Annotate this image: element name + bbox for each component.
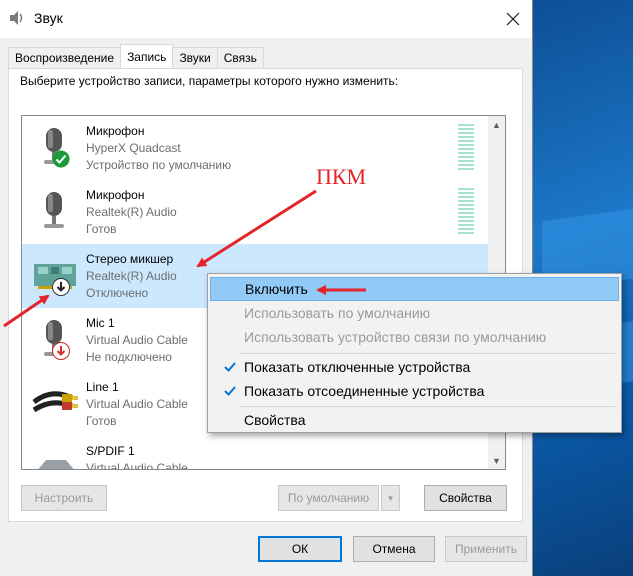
device-name: Микрофон [86, 124, 145, 138]
device-name: Line 1 [86, 380, 119, 394]
configure-button[interactable]: Настроить [21, 485, 107, 511]
level-meter [458, 188, 474, 236]
menu-item-set-default-communication[interactable]: Использовать устройство связи по умолчан… [210, 326, 619, 350]
rca-cable-icon [32, 391, 78, 413]
menu-item-label: Включить [245, 281, 308, 297]
disabled-arrow-icon [52, 278, 70, 296]
menu-item-set-default[interactable]: Использовать по умолчанию [210, 302, 619, 326]
close-icon [506, 12, 520, 26]
device-status: Готов [86, 222, 117, 236]
spdif-icon [38, 460, 74, 469]
checkmark-icon [224, 362, 236, 372]
chevron-down-icon: ▼ [492, 455, 501, 466]
chevron-up-icon: ▲ [492, 119, 501, 130]
device-driver: Virtual Audio Cable [86, 461, 188, 470]
menu-item-properties[interactable]: Свойства [210, 409, 619, 433]
tab-sounds[interactable]: Звуки [172, 47, 218, 68]
menu-item-label: Использовать устройство связи по умолчан… [244, 329, 547, 345]
context-menu: Включить Использовать по умолчанию Испол… [207, 273, 622, 433]
device-name: Микрофон [86, 188, 145, 202]
device-name: S/PDIF 1 [86, 444, 135, 458]
apply-button[interactable]: Применить [445, 536, 527, 562]
menu-item-enable[interactable]: Включить [210, 277, 619, 301]
close-button[interactable] [490, 0, 536, 38]
device-driver: HyperX Quadcast [86, 141, 181, 155]
chevron-down-icon: ▼ [386, 493, 395, 503]
device-status: Готов [86, 414, 117, 428]
title-bar[interactable]: Звук [0, 0, 532, 38]
annotation-label: ПКМ [316, 164, 367, 189]
instruction-text: Выберите устройство записи, параметры ко… [20, 74, 399, 88]
device-driver: Virtual Audio Cable [86, 333, 188, 347]
tab-playback[interactable]: Воспроизведение [8, 47, 122, 68]
menu-item-label: Показать отключенные устройства [244, 359, 471, 375]
menu-item-show-disconnected[interactable]: Показать отсоединенные устройства [210, 380, 619, 404]
microphone-icon [44, 192, 64, 228]
set-default-dropdown[interactable]: ▼ [381, 485, 400, 511]
cancel-button[interactable]: Отмена [353, 536, 435, 562]
menu-item-show-disabled[interactable]: Показать отключенные устройства [210, 356, 619, 380]
device-status: Не подключено [86, 350, 172, 364]
set-default-button[interactable]: По умолчанию [278, 485, 379, 511]
menu-separator [240, 353, 615, 354]
device-status: Устройство по умолчанию [86, 158, 232, 172]
level-meter [458, 124, 474, 172]
list-item[interactable]: Микрофон Realtek(R) Audio Готов [22, 180, 488, 244]
menu-item-label: Показать отсоединенные устройства [244, 383, 485, 399]
device-name: Mic 1 [86, 316, 115, 330]
list-item[interactable]: S/PDIF 1 Virtual Audio Cable [22, 436, 488, 470]
speaker-icon [10, 11, 23, 25]
menu-item-label: Свойства [244, 412, 306, 428]
device-name: Стерео микшер [86, 252, 174, 266]
tab-communications[interactable]: Связь [216, 47, 264, 68]
properties-button[interactable]: Свойства [424, 485, 507, 511]
device-status: Отключено [86, 286, 149, 300]
scroll-down-button[interactable]: ▼ [488, 452, 505, 469]
menu-item-label: Использовать по умолчанию [244, 305, 431, 321]
tab-recording[interactable]: Запись [120, 44, 174, 68]
unplugged-arrow-icon [52, 342, 70, 360]
device-driver: Realtek(R) Audio [86, 205, 177, 219]
checkmark-icon [224, 386, 236, 396]
device-driver: Realtek(R) Audio [86, 269, 177, 283]
tab-strip: Воспроизведение Запись Звуки Связь [8, 44, 264, 69]
window-title: Звук [34, 10, 63, 26]
ok-button[interactable]: ОК [258, 536, 342, 562]
device-driver: Virtual Audio Cable [86, 397, 188, 411]
menu-separator [240, 406, 615, 407]
default-check-icon [52, 150, 70, 168]
scroll-up-button[interactable]: ▲ [488, 116, 505, 133]
list-item[interactable]: Микрофон HyperX Quadcast Устройство по у… [22, 116, 488, 180]
